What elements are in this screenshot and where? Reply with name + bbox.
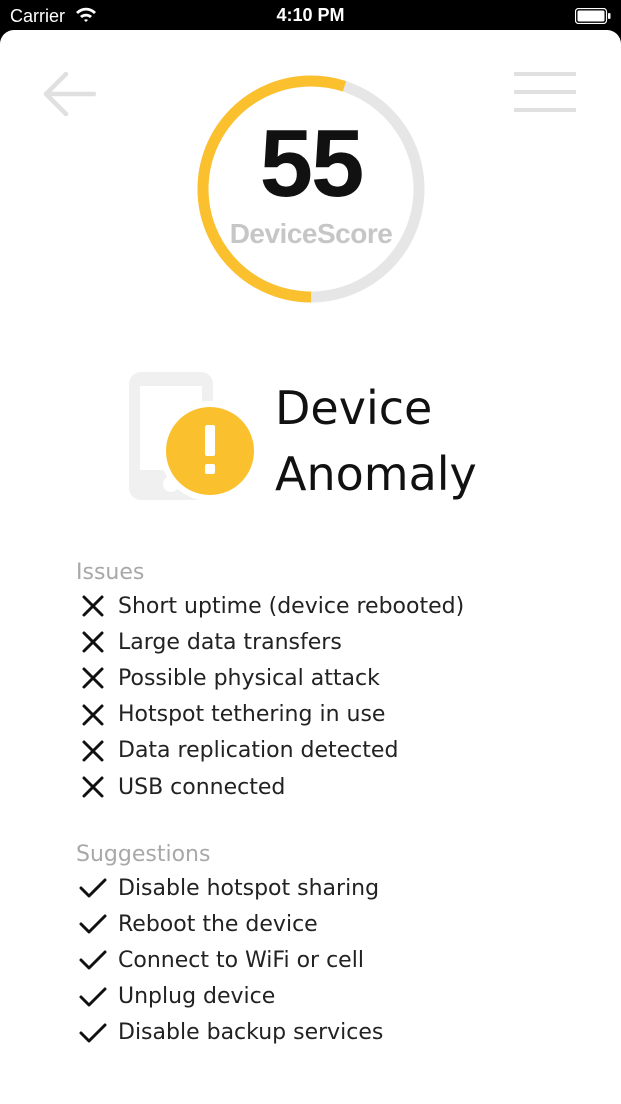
suggestion-item: Connect to WiFi or cell [78,942,383,978]
clock: 4:10 PM [276,5,345,25]
issue-item: Large data transfers [78,624,464,660]
suggestion-text: Unplug device [118,984,276,1010]
x-icon [82,667,104,689]
hamburger-menu-icon [514,72,576,112]
issues-header: Issues [76,560,145,585]
status-title: Device Anomaly [275,375,477,507]
score-value: 55 [259,110,365,217]
status-title-line2: Anomaly [275,447,477,501]
suggestions-list: Disable hotspot sharing Reboot the devic… [78,870,383,1051]
suggestion-text: Reboot the device [118,911,318,937]
checkmark-icon [79,914,107,934]
device-warning-icon [129,372,256,501]
issue-text: USB connected [118,774,286,800]
issue-item: Data replication detected [78,733,464,769]
x-icon [82,776,104,798]
x-icon [82,740,104,762]
suggestions-header: Suggestions [76,842,211,867]
menu-button[interactable] [514,72,578,114]
suggestion-item: Disable backup services [78,1015,383,1051]
checkmark-icon [79,878,107,898]
issue-item: Short uptime (device rebooted) [78,588,464,624]
issues-list: Short uptime (device rebooted) Large dat… [78,588,464,805]
x-icon [82,704,104,726]
suggestion-item: Unplug device [78,979,383,1015]
suggestion-item: Disable hotspot sharing [78,870,383,906]
checkmark-icon [79,987,107,1007]
battery-icon [575,8,611,24]
x-icon [82,595,104,617]
issue-text: Possible physical attack [118,665,380,691]
checkmark-icon [79,1023,107,1043]
score-label: DeviceScore [229,218,393,249]
arrow-left-icon [43,71,97,117]
issue-text: Hotspot tethering in use [118,702,386,728]
issue-item: USB connected [78,769,464,805]
x-icon [82,631,104,653]
issue-item: Hotspot tethering in use [78,697,464,733]
issue-item: Possible physical attack [78,660,464,696]
status-bar: Carrier 4:10 PM [0,0,621,32]
status-title-line1: Device [275,381,433,435]
issue-text: Large data transfers [118,629,342,655]
issue-text: Data replication detected [118,738,399,764]
suggestion-text: Disable backup services [118,1020,384,1046]
suggestion-item: Reboot the device [78,906,383,942]
suggestion-text: Disable hotspot sharing [118,875,380,901]
suggestion-text: Connect to WiFi or cell [118,947,364,973]
checkmark-icon [79,950,107,970]
back-button[interactable] [40,70,98,118]
issue-text: Short uptime (device rebooted) [118,593,465,619]
device-score-screen: 55 DeviceScore Device Anomaly Issues Sho… [0,30,621,1104]
